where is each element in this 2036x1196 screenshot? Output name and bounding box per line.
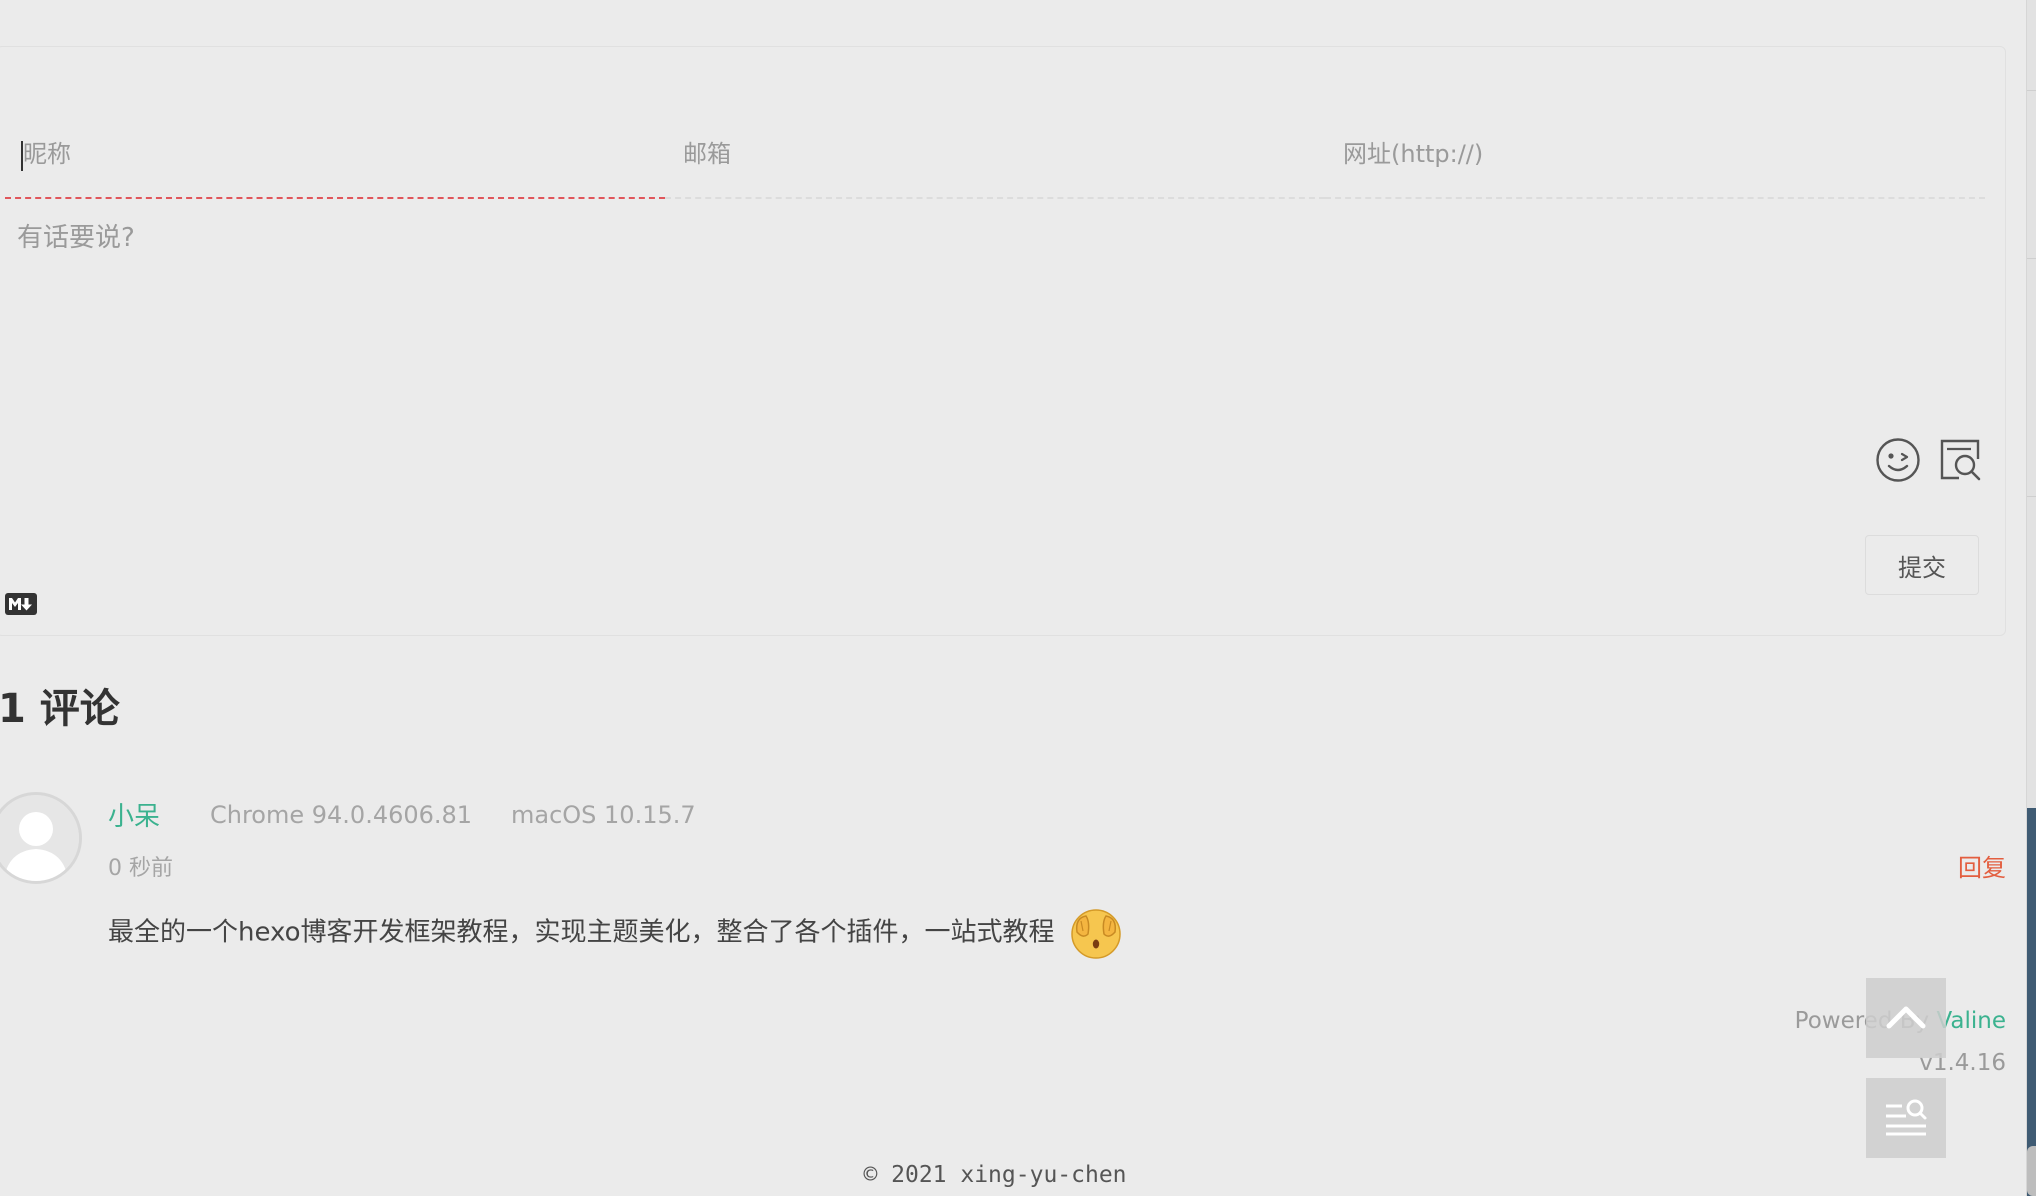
chevron-up-icon: [1886, 1006, 1926, 1029]
comment-content: 最全的一个hexo博客开发框架教程，实现主题美化，整合了各个插件，一站式教程: [108, 906, 1123, 960]
markdown-icon[interactable]: [5, 593, 37, 615]
comment-os: macOS 10.15.7: [511, 801, 696, 829]
comment-text: 最全的一个hexo博客开发框架教程，实现主题美化，整合了各个插件，一站式教程: [108, 917, 1055, 948]
menu-search-icon: [1886, 1099, 1927, 1136]
nick-input[interactable]: [21, 139, 619, 169]
default-avatar-icon: [0, 795, 79, 881]
link-input[interactable]: [1341, 139, 1939, 169]
comment-time: 0 秒前: [108, 856, 173, 881]
comment-form: 提交: [0, 46, 2006, 636]
strip-divider: [2027, 258, 2036, 259]
strip-divider: [2027, 90, 2036, 91]
submit-button[interactable]: 提交: [1865, 535, 1979, 595]
comment-textarea[interactable]: [1, 197, 1996, 467]
mail-input[interactable]: [681, 139, 1279, 169]
preview-icon[interactable]: [1937, 437, 1983, 483]
mail-field-wrapper: [665, 107, 1325, 199]
link-field-wrapper: [1325, 107, 1985, 199]
comment-count: 1 评论: [0, 686, 120, 732]
strip-dark-area: [2027, 808, 2036, 1196]
right-scrollbar[interactable]: [2026, 0, 2036, 1196]
footer-copyright: © 2021 xing-yu-chen: [863, 1162, 1127, 1188]
toc-search-button[interactable]: [1866, 1078, 1946, 1158]
reply-link[interactable]: 回复: [1958, 848, 2006, 883]
text-caret: [21, 141, 23, 171]
valine-link[interactable]: Valine: [1936, 1008, 2006, 1034]
page: 提交 1 评论 小呆 Chrome 94.0.4606.81 macOS 10.…: [0, 0, 2036, 1196]
avatar: [0, 792, 82, 884]
scrollbar-thumb[interactable]: [2027, 1146, 2036, 1196]
comment-author[interactable]: 小呆: [108, 796, 160, 833]
comment-browser: Chrome 94.0.4606.81: [210, 801, 473, 829]
nick-field-wrapper: [5, 107, 665, 199]
shy-emoji-icon: [1071, 909, 1121, 959]
emoji-icon[interactable]: [1875, 437, 1921, 483]
strip-divider: [2027, 496, 2036, 497]
back-to-top-button[interactable]: [1866, 978, 1946, 1058]
